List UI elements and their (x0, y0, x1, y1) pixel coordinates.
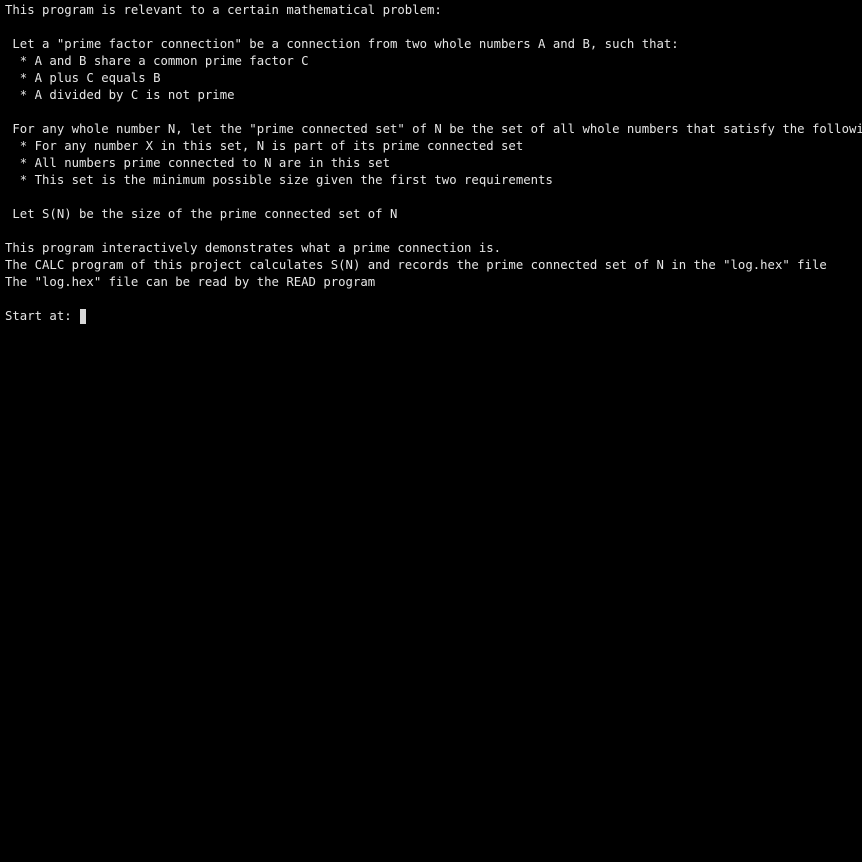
output-line-blank (5, 19, 862, 36)
output-line-calc-info: The CALC program of this project calcula… (5, 258, 827, 272)
text-cursor (80, 309, 87, 324)
prompt-label: Start at: (5, 309, 80, 323)
output-line-set-rule-3: * This set is the minimum possible size … (5, 173, 553, 187)
output-line-blank (5, 291, 862, 308)
output-line-intro: This program is relevant to a certain ma… (5, 3, 442, 17)
terminal-window[interactable]: This program is relevant to a certain ma… (0, 0, 862, 862)
output-line-read-info: The "log.hex" file can be read by the RE… (5, 275, 376, 289)
output-line-definition: Let a "prime factor connection" be a con… (5, 37, 679, 51)
output-line-blank (5, 104, 862, 121)
output-line-condition-2: * A plus C equals B (5, 71, 161, 85)
output-line-size-definition: Let S(N) be the size of the prime connec… (5, 207, 398, 221)
output-line-condition-1: * A and B share a common prime factor C (5, 54, 309, 68)
output-line-set-rule-1: * For any number X in this set, N is par… (5, 139, 524, 153)
output-line-set-rule-2: * All numbers prime connected to N are i… (5, 156, 390, 170)
output-line-blank (5, 189, 862, 206)
input-prompt[interactable]: Start at: (5, 308, 862, 325)
output-line-condition-3: * A divided by C is not prime (5, 88, 235, 102)
output-line-demo-info: This program interactively demonstrates … (5, 241, 502, 255)
output-line-set-definition: For any whole number N, let the "prime c… (5, 122, 862, 136)
output-line-blank (5, 223, 862, 240)
